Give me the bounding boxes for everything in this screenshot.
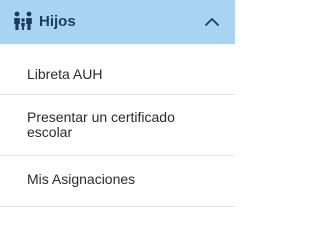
menu-item-label: Libreta AUH bbox=[27, 66, 103, 82]
menu-item-libreta-auh[interactable]: Libreta AUH bbox=[0, 44, 235, 94]
menu-item-label: Mis Asignaciones bbox=[27, 171, 136, 187]
menu-item-presentar-certificado-escolar[interactable]: Presentar un certificado escolar bbox=[0, 95, 235, 155]
family-icon bbox=[14, 11, 32, 30]
menu-item-label: Presentar un certificado escolar bbox=[27, 109, 175, 140]
menu-item-mis-asignaciones[interactable]: Mis Asignaciones bbox=[0, 156, 235, 206]
hijos-section-header[interactable]: Hijos bbox=[0, 0, 235, 44]
divider bbox=[0, 206, 235, 207]
hijos-menu: Hijos Libreta AUH Presentar un certifica… bbox=[0, 0, 235, 208]
chevron-up-icon[interactable] bbox=[204, 15, 220, 27]
section-title: Hijos bbox=[39, 13, 76, 30]
